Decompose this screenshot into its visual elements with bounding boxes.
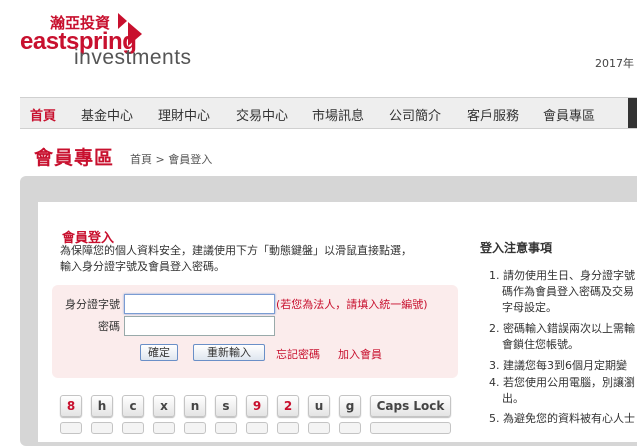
key-x[interactable]: x	[153, 395, 175, 417]
key-caps-lock[interactable]: Caps Lock	[370, 395, 451, 417]
key-8[interactable]: 8	[60, 395, 82, 417]
note-line: 2. 密碼輸入錯誤兩次以上需輸	[489, 322, 635, 335]
password-input[interactable]	[124, 316, 275, 336]
key-h[interactable]: h	[91, 395, 113, 417]
main-nav: 首頁 基金中心 理財中心 交易中心 市場訊息 公司簡介 客戶服務 會員專區	[20, 97, 637, 129]
key-g[interactable]: g	[339, 395, 361, 417]
nav-item-market[interactable]: 市場訊息	[312, 105, 364, 124]
nav-item-wealth[interactable]: 理財中心	[158, 105, 210, 124]
note-line: 出。	[502, 392, 524, 405]
notes-title: 登入注意事項	[480, 241, 553, 255]
key-row2[interactable]	[246, 422, 268, 434]
key-n[interactable]: n	[184, 395, 206, 417]
forgot-password-link[interactable]: 忘記密碼	[276, 346, 320, 362]
breadcrumb-home[interactable]: 首頁	[130, 153, 152, 166]
note-line: 5. 為避免您的資料被有心人士	[489, 412, 635, 425]
login-description: 為保障您的個人資料安全，建議使用下方「動態鍵盤」以滑鼠直接點選， 輸入身分證字號…	[60, 243, 460, 275]
breadcrumb: 首頁 > 會員登入	[130, 151, 212, 167]
password-label: 密碼	[98, 320, 120, 333]
join-member-link[interactable]: 加入會員	[338, 346, 382, 362]
note-line: 會鎖住您帳號。	[502, 338, 579, 351]
key-row2[interactable]	[308, 422, 330, 434]
nav-item-service[interactable]: 客戶服務	[467, 105, 519, 124]
note-line: 字母設定。	[502, 301, 557, 314]
key-u[interactable]: u	[308, 395, 330, 417]
brand-logo-investments: investments	[74, 46, 192, 69]
key-row2[interactable]	[122, 422, 144, 434]
id-number-input[interactable]	[124, 294, 275, 314]
key-row2[interactable]	[153, 422, 175, 434]
key-row2[interactable]	[277, 422, 299, 434]
nav-item-about[interactable]: 公司簡介	[389, 105, 441, 124]
key-row2[interactable]	[339, 422, 361, 434]
breadcrumb-separator: >	[152, 153, 169, 166]
confirm-button[interactable]: 確定	[140, 344, 178, 361]
nav-item-trading[interactable]: 交易中心	[236, 105, 288, 124]
note-line: 3. 建議您每3到6個月定期變	[489, 359, 627, 372]
brand-arrow-icon	[118, 13, 127, 29]
note-line: 1. 請勿使用生日、身分證字號	[489, 269, 635, 282]
key-row2[interactable]	[60, 422, 82, 434]
note-line: 4. 若您使用公用電腦，別讓瀏	[489, 376, 635, 389]
key-2[interactable]: 2	[277, 395, 299, 417]
key-c[interactable]: c	[122, 395, 144, 417]
nav-item-funds[interactable]: 基金中心	[81, 105, 133, 124]
nav-edge	[628, 98, 637, 128]
id-hint: (若您為法人，請填入統一編號)	[276, 298, 428, 311]
id-label: 身分證字號	[65, 298, 120, 311]
page-title: 會員專區	[34, 147, 115, 169]
note-line: 碼作為會員登入密碼及交易	[502, 285, 634, 298]
nav-item-home[interactable]: 首頁	[30, 105, 56, 124]
key-row2[interactable]	[215, 422, 237, 434]
reset-button[interactable]: 重新輸入	[193, 344, 265, 361]
login-desc-line2: 輸入身分證字號及會員登入密碼。	[60, 260, 225, 273]
key-s[interactable]: s	[215, 395, 237, 417]
breadcrumb-current: 會員登入	[168, 153, 213, 166]
key-row2[interactable]	[184, 422, 206, 434]
nav-item-member[interactable]: 會員專區	[543, 105, 595, 124]
login-desc-line1: 為保障您的個人資料安全，建議使用下方「動態鍵盤」以滑鼠直接點選，	[60, 244, 412, 257]
key-row2[interactable]	[370, 422, 451, 434]
key-9[interactable]: 9	[246, 395, 268, 417]
header-date: 2017年	[595, 57, 634, 70]
key-row2[interactable]	[91, 422, 113, 434]
